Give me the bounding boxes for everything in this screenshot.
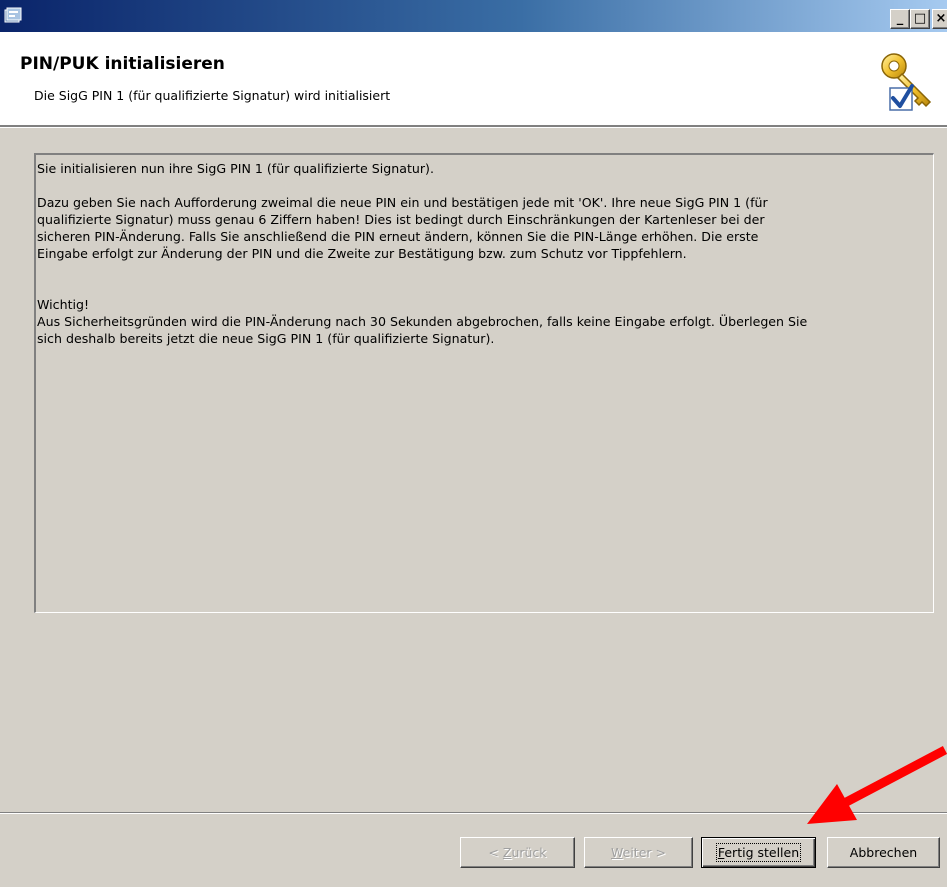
instructions-line-1: Dazu geben Sie nach Aufforderung zweimal… [37, 195, 768, 210]
finish-button-label: ertig stellen [724, 845, 800, 860]
finish-button-focus: Fertig stellen [715, 843, 802, 862]
minimize-button[interactable]: _ [890, 9, 910, 29]
important-line-2: sich deshalb bereits jetzt die neue SigG… [37, 331, 495, 346]
important-heading: Wichtig! [37, 297, 90, 312]
back-button-prefix: < [488, 845, 503, 860]
next-button-mnemonic: W [611, 845, 623, 860]
instructions-line-3: sicheren PIN-Änderung. Falls Sie anschli… [37, 229, 759, 244]
instructions-line-2: qualifizierte Signatur) muss genau 6 Zif… [37, 212, 765, 227]
next-button-label: eiter > [622, 845, 666, 860]
key-checkmark-icon [881, 53, 932, 111]
page-title: PIN/PUK initialisieren [20, 54, 225, 74]
important-line-1: Aus Sicherheitsgründen wird die PIN-Ände… [37, 314, 808, 329]
intro-text: Sie initialisieren nun ihre SigG PIN 1 (… [37, 161, 434, 176]
page-subtitle: Die SigG PIN 1 (für qualifizierte Signat… [34, 88, 391, 103]
title-bar[interactable]: _ □ × [0, 0, 947, 32]
maximize-button[interactable]: □ [910, 9, 930, 29]
red-arrow-annotation [807, 746, 947, 824]
info-text-area[interactable]: Sie initialisieren nun ihre SigG PIN 1 (… [34, 153, 934, 613]
close-button[interactable]: × [932, 9, 947, 29]
wizard-header: PIN/PUK initialisieren Die SigG PIN 1 (f… [0, 32, 947, 125]
wizard-dialog: _ □ × PIN/PUK initialisieren Die SigG PI… [0, 0, 947, 887]
app-icon [4, 7, 22, 23]
back-button[interactable]: < Zurück [460, 837, 575, 868]
instructions-line-4: Eingabe erfolgt zur Änderung der PIN und… [37, 246, 687, 261]
finish-button[interactable]: Fertig stellen [701, 837, 816, 868]
back-button-label: urück [511, 845, 547, 860]
next-button[interactable]: Weiter > [584, 837, 693, 868]
cancel-button[interactable]: Abbrechen [827, 837, 940, 868]
header-divider [0, 125, 947, 128]
